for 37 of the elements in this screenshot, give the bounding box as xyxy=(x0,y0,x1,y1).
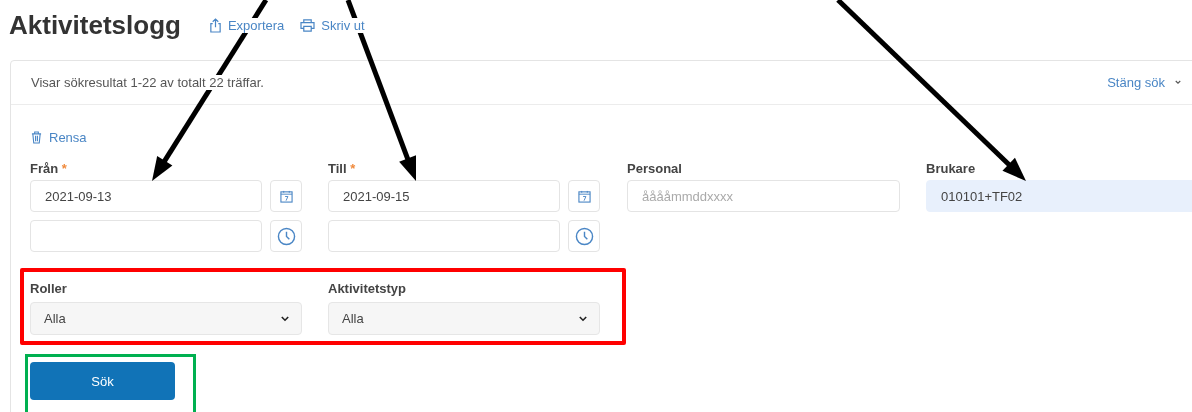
share-icon xyxy=(208,17,222,33)
printer-icon xyxy=(300,18,316,32)
field-label: Brukare xyxy=(926,160,977,178)
page-title: Aktivitetslogg xyxy=(9,9,181,41)
date-field[interactable]: 2021-09-13 xyxy=(30,180,262,212)
dropdown[interactable]: Alla xyxy=(328,302,600,335)
calendar-button[interactable] xyxy=(270,180,302,212)
clock-icon xyxy=(276,226,296,246)
calendar-button[interactable] xyxy=(568,180,600,212)
trash-icon xyxy=(31,130,42,144)
close-search-link[interactable]: Stäng sök xyxy=(1107,75,1165,90)
calendar-icon xyxy=(577,189,591,203)
dropdown[interactable]: Alla xyxy=(30,302,302,335)
text-field[interactable]: ååååmmddxxxx xyxy=(627,180,900,212)
required-mark: * xyxy=(350,161,356,176)
clock-button[interactable] xyxy=(270,220,302,252)
field-label: Personal xyxy=(627,160,683,178)
clock-icon xyxy=(574,226,594,246)
caret-icon xyxy=(1175,80,1181,85)
date-field[interactable]: 2021-09-15 xyxy=(328,180,560,212)
toolbar-link[interactable]: Skriv ut xyxy=(300,17,367,33)
text-field[interactable]: 010101+TF02 xyxy=(926,180,1192,212)
time-field[interactable] xyxy=(30,220,262,252)
toolbar-link[interactable]: Exportera xyxy=(208,17,287,33)
clock-button[interactable] xyxy=(568,220,600,252)
field-label: Från * xyxy=(30,160,68,178)
calendar-icon xyxy=(279,189,293,203)
field-label: Roller xyxy=(30,280,68,298)
required-mark: * xyxy=(61,161,67,176)
field-label: Till * xyxy=(328,160,357,178)
chevron-icon xyxy=(579,315,587,322)
result-summary: Visar sökresultat 1-22 av totalt 22 träffar. xyxy=(31,75,264,90)
field-label: Aktivitetstyp xyxy=(328,280,408,298)
search-button[interactable]: Sök xyxy=(30,362,175,400)
clear-link[interactable]: Rensa xyxy=(31,128,1192,146)
chevron-icon xyxy=(281,315,289,322)
time-field[interactable] xyxy=(328,220,560,252)
